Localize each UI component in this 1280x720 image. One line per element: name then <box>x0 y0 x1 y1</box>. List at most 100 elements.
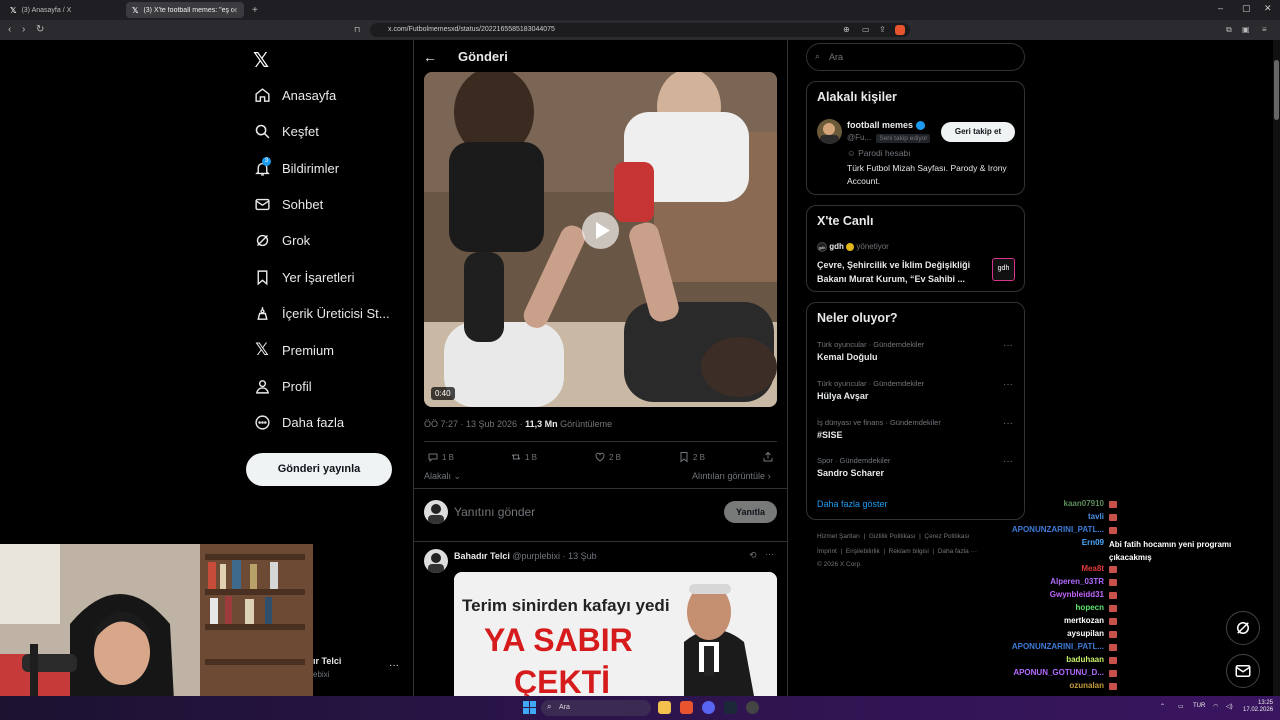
reply-input[interactable]: Yanıtını gönder <box>454 505 535 519</box>
brave-browser-icon[interactable] <box>680 701 693 714</box>
network-icon[interactable]: ▭ <box>1178 703 1184 710</box>
new-tab-button[interactable]: + <box>250 2 262 18</box>
live-host-row: gdh gdh yönetiyor <box>817 242 889 252</box>
live-stream-title[interactable]: Çevre, Şehircilik ve İklim Değişikliği B… <box>817 258 987 286</box>
account-more-icon[interactable]: ··· <box>389 660 399 671</box>
nav-label: Profil <box>282 378 312 394</box>
trend-more-icon[interactable]: ··· <box>1003 456 1013 467</box>
discord-icon[interactable] <box>702 701 715 714</box>
x-logo-icon[interactable]: 𝕏 <box>253 48 269 73</box>
trend-name[interactable]: Hülya Avşar <box>817 391 868 401</box>
bookmark-page-icon[interactable]: ⊓ <box>354 24 360 36</box>
grok-float-button[interactable] <box>1226 611 1260 645</box>
nav-more[interactable]: Daha fazla <box>252 409 344 435</box>
close-tab-icon[interactable]: ✕ <box>231 6 238 15</box>
post-button[interactable]: Gönderi yayınla <box>246 453 392 486</box>
minimize-icon[interactable]: – <box>1218 3 1223 13</box>
repost-action[interactable]: 1 B <box>510 451 537 463</box>
trend-name[interactable]: #SISE <box>817 430 843 440</box>
steam-icon[interactable] <box>724 701 737 714</box>
nav-label: Premium <box>282 342 335 358</box>
menu-icon[interactable]: ≡ <box>1262 24 1267 36</box>
nav-premium[interactable]: 𝕏 Premium <box>252 337 334 363</box>
live-thumbnail[interactable]: gdh <box>992 258 1015 281</box>
scrollbar[interactable] <box>1273 40 1280 696</box>
nav-bookmarks[interactable]: Yer İşaretleri <box>252 264 355 290</box>
share-icon[interactable]: ⇪ <box>879 24 886 36</box>
close-window-icon[interactable]: ✕ <box>1264 3 1272 14</box>
like-action[interactable]: 2 B <box>594 451 621 463</box>
reply-author-handle[interactable]: @purplebixi <box>512 551 560 561</box>
trend-more-icon[interactable]: ··· <box>1003 418 1013 429</box>
divider <box>414 541 787 542</box>
back-icon[interactable]: ‹ <box>8 24 11 36</box>
footer-link[interactable]: Çerez Politikası <box>924 533 969 540</box>
reload-icon[interactable]: ↻ <box>36 24 44 36</box>
taskbar-search[interactable]: Ara <box>541 700 651 716</box>
trend-more-icon[interactable]: ··· <box>1003 379 1013 390</box>
language-indicator[interactable]: TUR <box>1193 703 1205 709</box>
file-explorer-icon[interactable] <box>658 701 671 714</box>
tray-chevron-icon[interactable]: ⌃ <box>1160 703 1165 710</box>
browser-tab-active[interactable]: 𝕏 (3) X'te football memes: "eş değ... ✕ <box>126 2 244 18</box>
reply-author-name[interactable]: Bahadır Telci <box>454 551 510 561</box>
nav-home[interactable]: Anasayfa <box>252 82 336 108</box>
address-bar-row: ‹ › ↻ ⊓ x.com/Futbolmemesxd/status/20221… <box>0 20 1280 40</box>
footer-link[interactable]: Gizlilik Politikası <box>869 533 916 540</box>
footer-link[interactable]: Reklam bilgisi <box>889 548 929 555</box>
nav-profile[interactable]: Profil <box>252 373 312 399</box>
nav-creator-studio[interactable]: İçerik Üreticisi St... <box>252 300 390 326</box>
bookmark-action[interactable]: 2 B <box>678 451 705 463</box>
footer-link[interactable]: İmprint <box>817 548 837 555</box>
windows-start-icon[interactable] <box>523 701 536 714</box>
avatar[interactable] <box>817 119 842 144</box>
footer-link[interactable]: Erişilebilirlik <box>846 548 880 555</box>
share-action[interactable] <box>762 451 777 463</box>
browser-tab-home[interactable]: 𝕏 (3) Anasayfa / X <box>4 2 122 18</box>
nav-label: Yer İşaretleri <box>282 269 355 285</box>
live-host[interactable]: gdh <box>829 242 844 251</box>
grok-icon[interactable]: ⟲ <box>749 550 757 561</box>
footer-link[interactable]: Daha fazla ··· <box>938 548 977 555</box>
chat-username: Ern09 <box>1081 538 1104 547</box>
search-input[interactable]: Ara <box>806 43 1025 71</box>
obs-icon[interactable] <box>746 701 759 714</box>
trend-name[interactable]: Kemal Doğulu <box>817 352 878 362</box>
zoom-icon[interactable]: ⊕ <box>843 24 850 36</box>
view-quotes-link[interactable]: Alıntıları görüntüle › <box>692 471 771 481</box>
show-more-link[interactable]: Daha fazla göster <box>817 499 888 509</box>
sort-dropdown[interactable]: Alakalı ⌄ <box>424 471 461 482</box>
related-name[interactable]: football memes <box>847 120 925 131</box>
more-icon[interactable]: ··· <box>765 549 774 559</box>
maximize-icon[interactable]: ▢ <box>1242 3 1251 14</box>
messages-float-button[interactable] <box>1226 654 1260 688</box>
url-field[interactable]: x.com/Futbolmemesxd/status/2022165585183… <box>370 23 910 37</box>
reply-image[interactable]: Terim sinirden kafayı yedi YA SABIR ÇEKT… <box>454 572 777 696</box>
follow-back-button[interactable]: Geri takip et <box>941 122 1015 142</box>
volume-icon[interactable]: ◁) <box>1226 703 1233 710</box>
play-button[interactable] <box>582 212 619 249</box>
wifi-icon[interactable]: ◠ <box>1213 703 1218 710</box>
account-name[interactable]: ır Telci <box>313 656 341 666</box>
footer-link[interactable]: Hizmet Şartları <box>817 533 860 540</box>
like-count: 2 B <box>609 452 622 462</box>
forward-icon[interactable]: › <box>22 24 25 36</box>
brave-shield-icon[interactable] <box>895 25 905 35</box>
reply-action[interactable]: 1 B <box>427 451 454 463</box>
wallet-icon[interactable]: ▣ <box>1242 24 1250 36</box>
clock[interactable]: 13:25 17.02.2026 <box>1243 700 1273 714</box>
scrollbar-thumb[interactable] <box>1274 60 1279 120</box>
nav-grok[interactable]: Grok <box>252 227 310 253</box>
nav-explore[interactable]: Keşfet <box>252 118 319 144</box>
reply-button[interactable]: Yanıtla <box>724 501 777 523</box>
notification-badge: 3 <box>262 157 271 166</box>
screen-icon[interactable]: ▭ <box>862 24 870 36</box>
trend-more-icon[interactable]: ··· <box>1003 340 1013 351</box>
extensions-icon[interactable]: ⧉ <box>1226 24 1232 36</box>
chat-emote-icon <box>1109 527 1117 534</box>
trend-name[interactable]: Sandro Scharer <box>817 468 884 478</box>
avatar[interactable] <box>424 549 448 573</box>
back-arrow-icon[interactable]: ← <box>423 49 437 65</box>
avatar[interactable] <box>424 500 448 524</box>
nav-chat[interactable]: Sohbet <box>252 191 323 217</box>
